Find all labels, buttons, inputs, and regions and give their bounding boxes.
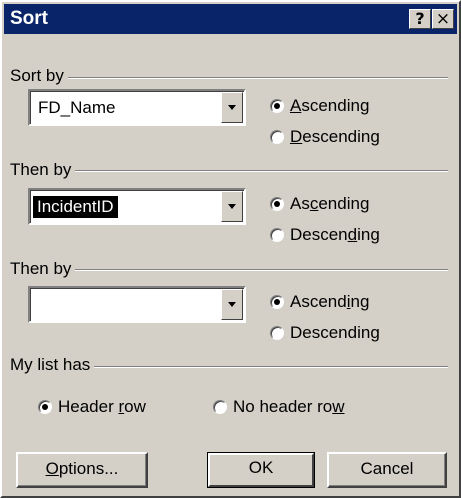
then-by-2-ascending-label: Ascending xyxy=(290,292,370,311)
sort-by-divider xyxy=(14,77,448,79)
sort-by-value: FD_Name xyxy=(38,98,116,117)
radio-unselected-icon[interactable] xyxy=(270,130,284,144)
radio-selected-icon[interactable] xyxy=(270,197,284,211)
chevron-down-icon[interactable] xyxy=(221,92,243,123)
radio-unselected-icon[interactable] xyxy=(270,228,284,242)
cancel-button[interactable]: Cancel xyxy=(327,452,447,488)
radio-unselected-icon[interactable] xyxy=(213,400,227,414)
then-by-1-combo[interactable]: IncidentID xyxy=(28,188,246,225)
sort-by-ascending-label: Ascending xyxy=(290,96,370,115)
no-header-row-label: No header row xyxy=(233,397,345,416)
chevron-down-icon[interactable] xyxy=(221,191,243,222)
header-row-label: Header row xyxy=(58,397,146,416)
then-by-2-descending-label: Descending xyxy=(290,323,380,342)
then-by-2-combo[interactable] xyxy=(28,286,246,323)
radio-unselected-icon[interactable] xyxy=(270,326,284,340)
help-icon[interactable]: ? xyxy=(409,9,431,29)
sort-by-descending-label: Descending xyxy=(290,127,380,146)
then-by-1-ascending-label: Ascending xyxy=(290,194,370,213)
ok-button[interactable]: OK xyxy=(207,452,315,488)
window-title: Sort xyxy=(10,8,48,29)
sort-by-combo[interactable]: FD_Name xyxy=(28,89,246,126)
my-list-has-label: My list has xyxy=(10,355,95,375)
ok-label: OK xyxy=(248,458,274,477)
options-button[interactable]: Options... xyxy=(16,452,148,488)
then-by-2-divider xyxy=(14,269,448,271)
radio-selected-icon[interactable] xyxy=(270,295,284,309)
title-bar: Sort ? × xyxy=(4,4,457,34)
sort-dialog: Sort ? × Sort by FD_Name Ascending Desce… xyxy=(0,0,461,498)
radio-selected-icon[interactable] xyxy=(270,99,284,113)
radio-selected-icon[interactable] xyxy=(38,400,52,414)
chevron-down-icon[interactable] xyxy=(221,289,243,320)
then-by-1-divider xyxy=(14,170,448,172)
then-by-2-label: Then by xyxy=(10,259,76,279)
sort-by-label: Sort by xyxy=(10,66,68,86)
then-by-1-label: Then by xyxy=(10,160,76,180)
then-by-1-descending-label: Descending xyxy=(290,225,380,244)
then-by-1-value: IncidentID xyxy=(33,196,118,218)
close-icon[interactable]: × xyxy=(432,9,454,29)
